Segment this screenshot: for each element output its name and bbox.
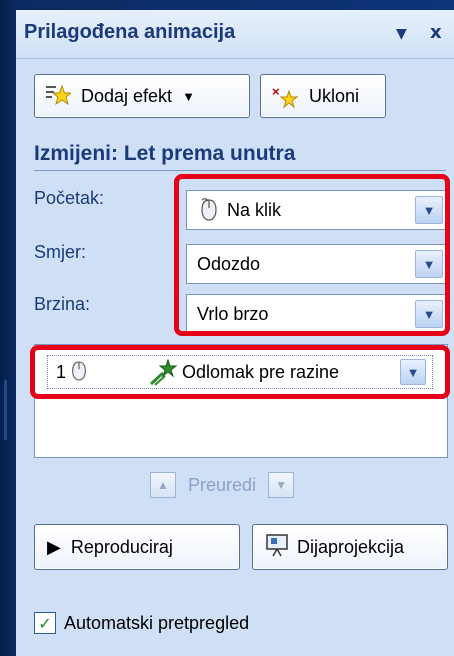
- start-label: Početak:: [34, 188, 105, 208]
- splitter-handle[interactable]: [4, 380, 7, 440]
- move-down-icon[interactable]: ▼: [268, 472, 295, 498]
- star-effect-icon: [45, 83, 73, 109]
- panel-title: Prilagođena animacija: [24, 21, 236, 43]
- remove-effect-icon: ×: [271, 83, 301, 109]
- play-button[interactable]: ▶ Reproduciraj: [34, 524, 240, 570]
- add-effect-button[interactable]: Dodaj efekt ▼: [34, 74, 250, 118]
- remove-label: Ukloni: [309, 85, 360, 106]
- modify-title: Izmijeni: Let prema unutra: [34, 142, 296, 165]
- panel-header: Prilagođena animacija ▼ x: [16, 10, 454, 59]
- section-divider: [34, 170, 446, 171]
- autopreview-row[interactable]: ✓ Automatski pretpregled: [34, 612, 249, 634]
- close-icon[interactable]: x: [430, 22, 442, 43]
- move-up-icon[interactable]: ▲: [150, 472, 176, 498]
- add-effect-label: Dodaj efekt: [81, 85, 173, 106]
- direction-label: Smjer:: [34, 242, 87, 262]
- play-label: Reproduciraj: [70, 536, 173, 557]
- reorder-label: Preuredi: [188, 474, 257, 495]
- left-edge: [0, 0, 16, 656]
- remove-button[interactable]: × Ukloni: [260, 74, 386, 118]
- slideshow-icon: [265, 533, 289, 562]
- reorder-row: ▲ Preuredi ▼: [150, 470, 350, 500]
- highlight-box-list-item: [30, 345, 450, 399]
- slideshow-label: Dijaprojekcija: [297, 536, 405, 557]
- speed-label: Brzina:: [34, 294, 91, 314]
- play-icon: ▶: [47, 536, 61, 557]
- slideshow-button[interactable]: Dijaprojekcija: [252, 524, 448, 570]
- autopreview-checkbox[interactable]: ✓: [34, 612, 56, 634]
- dropdown-triangle-icon[interactable]: ▼: [396, 26, 407, 42]
- chevron-down-icon: ▼: [182, 88, 195, 104]
- autopreview-label: Automatski pretpregled: [64, 612, 250, 633]
- svg-text:×: ×: [272, 84, 280, 99]
- highlight-box-properties: [174, 174, 450, 336]
